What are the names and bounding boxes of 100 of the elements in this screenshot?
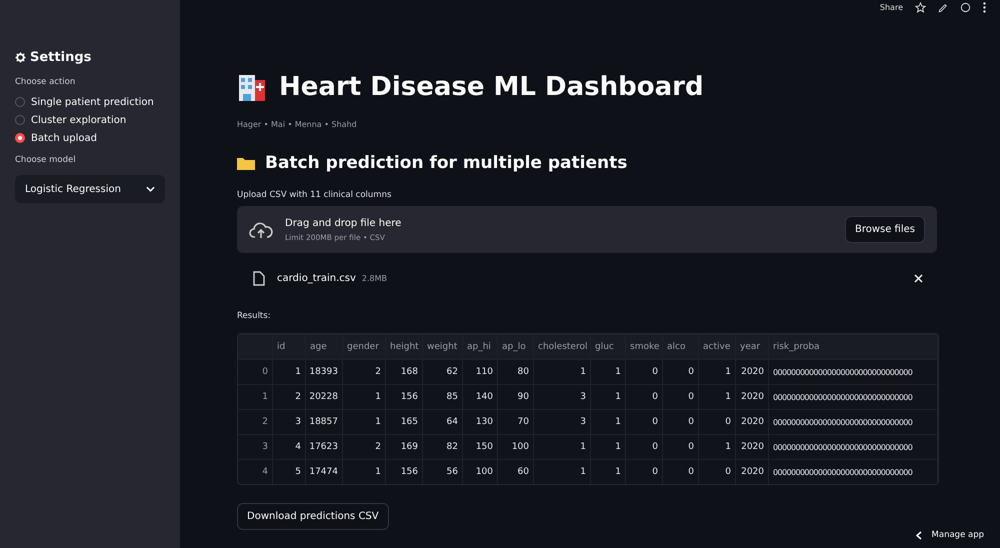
column-header[interactable]: risk_proba bbox=[769, 334, 938, 359]
column-header[interactable]: cholesterol bbox=[534, 334, 591, 359]
table-cell: 82 bbox=[423, 434, 463, 459]
table-cell: 2020 bbox=[736, 434, 769, 459]
table-cell: 165 bbox=[386, 409, 423, 434]
column-header[interactable]: year bbox=[736, 334, 769, 359]
table-cell: 2 bbox=[343, 434, 386, 459]
column-header[interactable]: smoke bbox=[626, 334, 663, 359]
radio-option[interactable]: Cluster exploration bbox=[15, 111, 165, 129]
column-header[interactable]: ap_lo bbox=[498, 334, 534, 359]
table-cell: 0000000000000000000000000000000 bbox=[769, 359, 938, 384]
column-header[interactable]: id bbox=[273, 334, 306, 359]
dropzone-text: Drag and drop file here bbox=[285, 218, 402, 228]
table-cell: 110 bbox=[463, 359, 498, 384]
folder-icon bbox=[237, 156, 255, 170]
table-cell: 60 bbox=[498, 459, 534, 484]
table-cell: 2 bbox=[343, 359, 386, 384]
table-cell: 4 bbox=[273, 434, 306, 459]
table-cell: 64 bbox=[423, 409, 463, 434]
table-cell: 2020 bbox=[736, 409, 769, 434]
table-cell: 1 bbox=[591, 434, 626, 459]
table-cell: 0000000000000000000000000000000 bbox=[769, 459, 938, 484]
column-header[interactable]: ap_hi bbox=[463, 334, 498, 359]
table-cell: 0 bbox=[626, 459, 663, 484]
column-header[interactable]: height bbox=[386, 334, 423, 359]
manage-app-button[interactable]: Manage app bbox=[916, 530, 984, 540]
file-name: cardio_train.csv bbox=[277, 272, 356, 284]
pencil-icon[interactable] bbox=[938, 2, 948, 12]
table-cell: 1 bbox=[591, 384, 626, 409]
table-cell: 2020 bbox=[736, 359, 769, 384]
page-title: Heart Disease ML Dashboard bbox=[237, 72, 1000, 102]
table-cell: 0 bbox=[699, 409, 736, 434]
table-cell: 0000000000000000000000000000000 bbox=[769, 384, 938, 409]
table-cell: 18393 bbox=[306, 359, 343, 384]
model-label: Choose model bbox=[15, 155, 77, 165]
file-size: 2.8MB bbox=[362, 274, 388, 282]
authors-caption: Hager • Mai • Menna • Shahd bbox=[237, 120, 358, 129]
table-cell: 1 bbox=[699, 384, 736, 409]
column-header[interactable]: gender bbox=[343, 334, 386, 359]
section-heading: Batch prediction for multiple patients bbox=[237, 153, 1000, 173]
table-cell: 1 bbox=[534, 459, 591, 484]
table-cell: 1 bbox=[591, 409, 626, 434]
row-index: 0 bbox=[238, 359, 273, 384]
download-button[interactable]: Download predictions CSV bbox=[237, 503, 389, 530]
table-cell: 1 bbox=[591, 459, 626, 484]
model-select[interactable]: Logistic Regression bbox=[15, 175, 165, 203]
table-cell: 1 bbox=[699, 434, 736, 459]
settings-heading: Settings bbox=[15, 50, 165, 65]
table-cell: 169 bbox=[386, 434, 423, 459]
share-link[interactable]: Share bbox=[880, 3, 903, 12]
column-header[interactable]: weight bbox=[423, 334, 463, 359]
table-cell: 1 bbox=[343, 409, 386, 434]
table-cell: 90 bbox=[498, 384, 534, 409]
table-cell: 0 bbox=[699, 459, 736, 484]
column-header[interactable]: gluc bbox=[591, 334, 626, 359]
table-cell: 70 bbox=[498, 409, 534, 434]
table-cell: 1 bbox=[534, 359, 591, 384]
star-icon[interactable] bbox=[915, 2, 926, 13]
column-header[interactable]: active bbox=[699, 334, 736, 359]
table-cell: 1 bbox=[343, 384, 386, 409]
table-cell: 0 bbox=[663, 409, 699, 434]
table-cell: 130 bbox=[463, 409, 498, 434]
table-cell: 150 bbox=[463, 434, 498, 459]
table-cell: 100 bbox=[498, 434, 534, 459]
table-cell: 85 bbox=[423, 384, 463, 409]
table-cell: 18857 bbox=[306, 409, 343, 434]
table-cell: 0 bbox=[626, 384, 663, 409]
more-icon[interactable] bbox=[983, 2, 986, 13]
browse-files-button[interactable]: Browse files bbox=[844, 216, 925, 243]
chevron-down-icon bbox=[146, 186, 155, 192]
table-cell: 0 bbox=[626, 359, 663, 384]
column-header[interactable]: alco bbox=[663, 334, 699, 359]
settings-icon bbox=[15, 52, 26, 63]
radio-option[interactable]: Single patient prediction bbox=[15, 93, 165, 111]
radio-option[interactable]: Batch upload bbox=[15, 129, 165, 147]
table-cell: 1 bbox=[534, 434, 591, 459]
table-cell: 140 bbox=[463, 384, 498, 409]
table-cell: 156 bbox=[386, 459, 423, 484]
table-cell: 3 bbox=[534, 384, 591, 409]
table-cell: 20228 bbox=[306, 384, 343, 409]
row-index: 3 bbox=[238, 434, 273, 459]
cloud-upload-icon bbox=[249, 220, 273, 238]
upload-label: Upload CSV with 11 clinical columns bbox=[237, 190, 392, 200]
table-cell: 0000000000000000000000000000000 bbox=[769, 409, 938, 434]
action-label: Choose action bbox=[15, 77, 76, 87]
results-label: Results: bbox=[237, 311, 272, 321]
table-cell: 3 bbox=[534, 409, 591, 434]
table-cell: 5 bbox=[273, 459, 306, 484]
table-cell: 1 bbox=[699, 359, 736, 384]
column-header[interactable]: age bbox=[306, 334, 343, 359]
table-cell: 1 bbox=[591, 359, 626, 384]
table-cell: 80 bbox=[498, 359, 534, 384]
table-cell: 100 bbox=[463, 459, 498, 484]
table-cell: 2 bbox=[273, 384, 306, 409]
close-icon[interactable] bbox=[914, 274, 923, 282]
chevron-left-icon bbox=[916, 530, 922, 540]
table-cell: 168 bbox=[386, 359, 423, 384]
table-cell: 3 bbox=[273, 409, 306, 434]
table-cell: 0 bbox=[626, 434, 663, 459]
table-cell: 0 bbox=[663, 459, 699, 484]
